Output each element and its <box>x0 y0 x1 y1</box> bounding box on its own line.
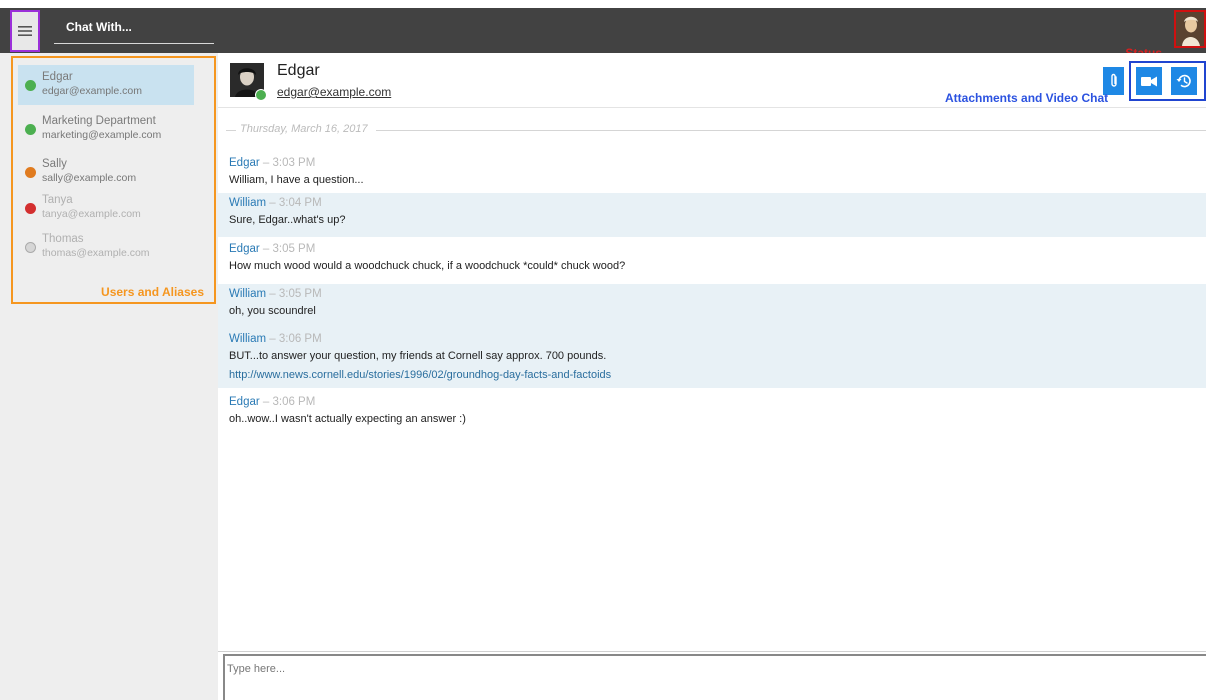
chat-with-input[interactable]: Chat With... <box>54 16 214 44</box>
message-time: – 3:04 PM <box>269 197 322 209</box>
paperclip-icon <box>1110 73 1117 87</box>
user-email: marketing@example.com <box>42 129 162 141</box>
sidebar: Users and Aliases Edgar edgar@example.co… <box>0 53 218 700</box>
status-dot <box>25 167 36 178</box>
user-email: edgar@example.com <box>42 85 142 97</box>
message-text: How much wood would a woodchuck chuck, i… <box>229 260 626 272</box>
user-item-edgar[interactable]: Edgar edgar@example.com <box>18 65 194 105</box>
message-link[interactable]: http://www.news.cornell.edu/stories/1996… <box>229 369 611 381</box>
user-item-marketing[interactable]: Marketing Department marketing@example.c… <box>18 109 194 149</box>
video-camera-icon <box>1141 76 1157 86</box>
user-portrait-icon <box>1176 12 1204 46</box>
message-text: oh, you scoundrel <box>229 305 316 317</box>
message-sender: Edgar <box>229 396 260 408</box>
menu-button[interactable] <box>10 10 40 52</box>
user-name: Sally <box>42 158 67 170</box>
message: Edgar – 3:06 PM oh..wow..I wasn't actual… <box>218 392 1206 434</box>
date-separator: Thursday, March 16, 2017 <box>226 123 1206 139</box>
video-chat-button[interactable] <box>1136 67 1162 95</box>
attachments-annotation-label: Attachments and Video Chat <box>945 91 1109 105</box>
message-time: – 3:05 PM <box>269 288 322 300</box>
message: Edgar – 3:05 PM How much wood would a wo… <box>218 239 1206 281</box>
user-item-thomas[interactable]: Thomas thomas@example.com <box>18 227 194 267</box>
top-bar: Chat With... Status <box>0 8 1206 60</box>
message-text: Sure, Edgar..what's up? <box>229 214 346 226</box>
divider <box>218 651 1206 652</box>
message-text: BUT...to answer your question, my friend… <box>229 350 607 362</box>
hamburger-icon <box>18 26 32 36</box>
users-annotation-label: Users and Aliases <box>101 285 204 299</box>
user-email: sally@example.com <box>42 172 137 184</box>
message-time: – 3:05 PM <box>262 243 316 255</box>
status-dot <box>25 124 36 135</box>
user-name: Edgar <box>42 71 73 83</box>
status-dot <box>25 203 36 214</box>
divider <box>226 130 236 131</box>
message-composer <box>223 654 1206 700</box>
status-dot <box>25 80 36 91</box>
user-item-sally[interactable]: Sally sally@example.com <box>18 152 194 192</box>
message-meta: Edgar – 3:05 PM <box>229 243 315 255</box>
message: Edgar – 3:03 PM William, I have a questi… <box>218 153 1206 191</box>
message-sender: Edgar <box>229 243 260 255</box>
message: William – 3:04 PM Sure, Edgar..what's up… <box>218 193 1206 237</box>
divider <box>376 130 1206 131</box>
user-item-tanya[interactable]: Tanya tanya@example.com <box>18 188 194 228</box>
message-group: William – 3:05 PM oh, you scoundrel Will… <box>218 284 1206 388</box>
history-button[interactable] <box>1171 67 1197 95</box>
message-meta: Edgar – 3:03 PM <box>229 157 315 169</box>
message-meta: William – 3:04 PM <box>229 197 322 209</box>
history-icon <box>1176 74 1191 88</box>
status-dot <box>25 242 36 253</box>
message-sender: William <box>229 288 267 300</box>
contact-status-dot <box>255 89 267 101</box>
message-sender: Edgar <box>229 157 260 169</box>
user-name: Tanya <box>42 194 73 206</box>
message-meta: William – 3:05 PM <box>229 288 322 300</box>
message-sender: William <box>229 197 267 209</box>
chat-header: Edgar edgar@example.com Attachments and … <box>218 53 1206 108</box>
user-name: Thomas <box>42 233 84 245</box>
message: William – 3:06 PM BUT...to answer your q… <box>218 329 1206 388</box>
user-name: Marketing Department <box>42 115 156 127</box>
message-meta: William – 3:06 PM <box>229 333 322 345</box>
message-meta: Edgar – 3:06 PM <box>229 396 315 408</box>
user-email: thomas@example.com <box>42 247 150 259</box>
message-time: – 3:06 PM <box>262 396 316 408</box>
user-email: tanya@example.com <box>42 208 141 220</box>
date-separator-text: Thursday, March 16, 2017 <box>240 123 368 135</box>
message-text: oh..wow..I wasn't actually expecting an … <box>229 413 466 425</box>
contact-email-link[interactable]: edgar@example.com <box>277 85 391 99</box>
message-sender: William <box>229 333 267 345</box>
user-avatar[interactable] <box>1174 10 1206 48</box>
message-text: William, I have a question... <box>229 174 364 186</box>
message-input[interactable] <box>227 659 1127 679</box>
message-time: – 3:06 PM <box>269 333 322 345</box>
message-time: – 3:03 PM <box>262 157 316 169</box>
chat-panel: Edgar edgar@example.com Attachments and … <box>218 53 1206 700</box>
contact-name: Edgar <box>277 62 320 79</box>
